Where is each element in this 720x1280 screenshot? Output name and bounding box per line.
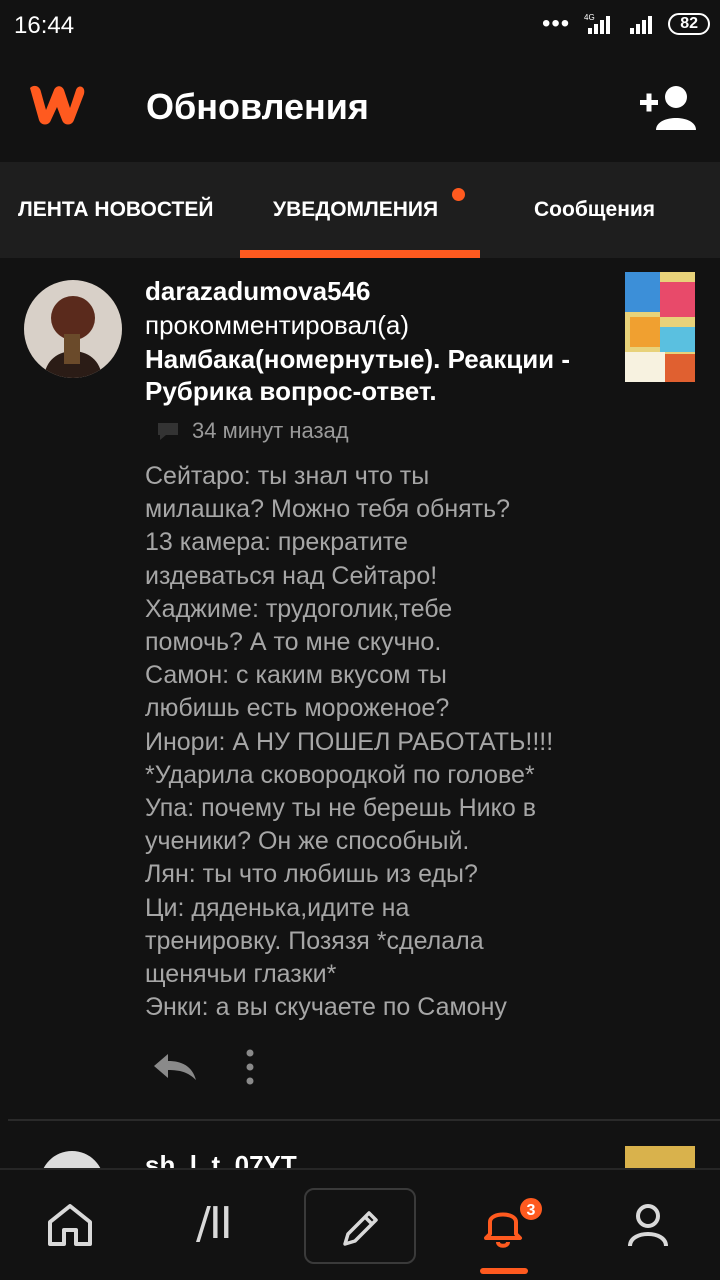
- reply-icon[interactable]: [150, 1050, 198, 1082]
- status-bar: 16:44 ••• 4G 82: [0, 0, 720, 56]
- tab-bar: ЛЕНТА НОВОСТЕЙ УВЕДОМЛЕНИЯ Сообщения: [0, 162, 720, 258]
- signal-4g-icon: 4G: [584, 13, 611, 34]
- wattpad-logo-icon[interactable]: [24, 80, 90, 128]
- profile-icon[interactable]: [626, 1202, 670, 1248]
- avatar-image: [24, 280, 122, 378]
- active-tab-indicator: [240, 250, 480, 258]
- more-options-icon[interactable]: [238, 1048, 262, 1086]
- status-time: 16:44: [14, 12, 75, 39]
- tab-notifications[interactable]: УВЕДОМЛЕНИЯ: [273, 198, 438, 222]
- comment-username[interactable]: sh_l_t_07YT...: [145, 1150, 316, 1170]
- write-button[interactable]: [304, 1188, 416, 1264]
- story-title-link[interactable]: Намбака(номернутые). Реакции - Рубрика в…: [145, 343, 605, 407]
- timestamp: 34 минут назад: [192, 418, 349, 443]
- library-icon[interactable]: /II: [196, 1198, 233, 1249]
- signal-icon: [630, 16, 653, 34]
- story-cover-image: [625, 272, 695, 382]
- comment-text: Сейтаро: ты знал что ты милашка? Можно т…: [145, 462, 554, 1022]
- unread-dot: [452, 188, 465, 201]
- notification-feed[interactable]: darazadumova546 прокомментировал(а) Намб…: [0, 258, 720, 1170]
- tab-news-feed[interactable]: ЛЕНТА НОВОСТЕЙ: [18, 198, 213, 222]
- story-cover[interactable]: [625, 1146, 695, 1170]
- app-bar: Обновления: [0, 56, 720, 162]
- notification-dots-icon: •••: [541, 10, 571, 37]
- add-user-icon[interactable]: [640, 84, 696, 130]
- bottom-navigation: /II 3: [0, 1168, 720, 1280]
- tab-messages[interactable]: Сообщения: [534, 198, 655, 222]
- active-nav-indicator: [480, 1268, 528, 1274]
- svg-text:4G: 4G: [584, 13, 595, 22]
- comment-username[interactable]: darazadumova546: [145, 276, 370, 307]
- notification-count-badge: 3: [518, 1196, 544, 1222]
- home-icon[interactable]: [46, 1202, 94, 1248]
- comment-action: прокомментировал(а): [145, 310, 409, 340]
- avatar[interactable]: [24, 280, 122, 378]
- story-cover[interactable]: [625, 272, 695, 382]
- battery-icon: 82: [668, 13, 710, 35]
- page-title: Обновления: [146, 86, 369, 127]
- time-row: 34 минут назад: [156, 418, 349, 444]
- pencil-icon: [343, 1211, 378, 1246]
- divider: [8, 1119, 720, 1121]
- comment-icon: [158, 423, 178, 440]
- status-icons: ••• 4G 82: [542, 12, 710, 36]
